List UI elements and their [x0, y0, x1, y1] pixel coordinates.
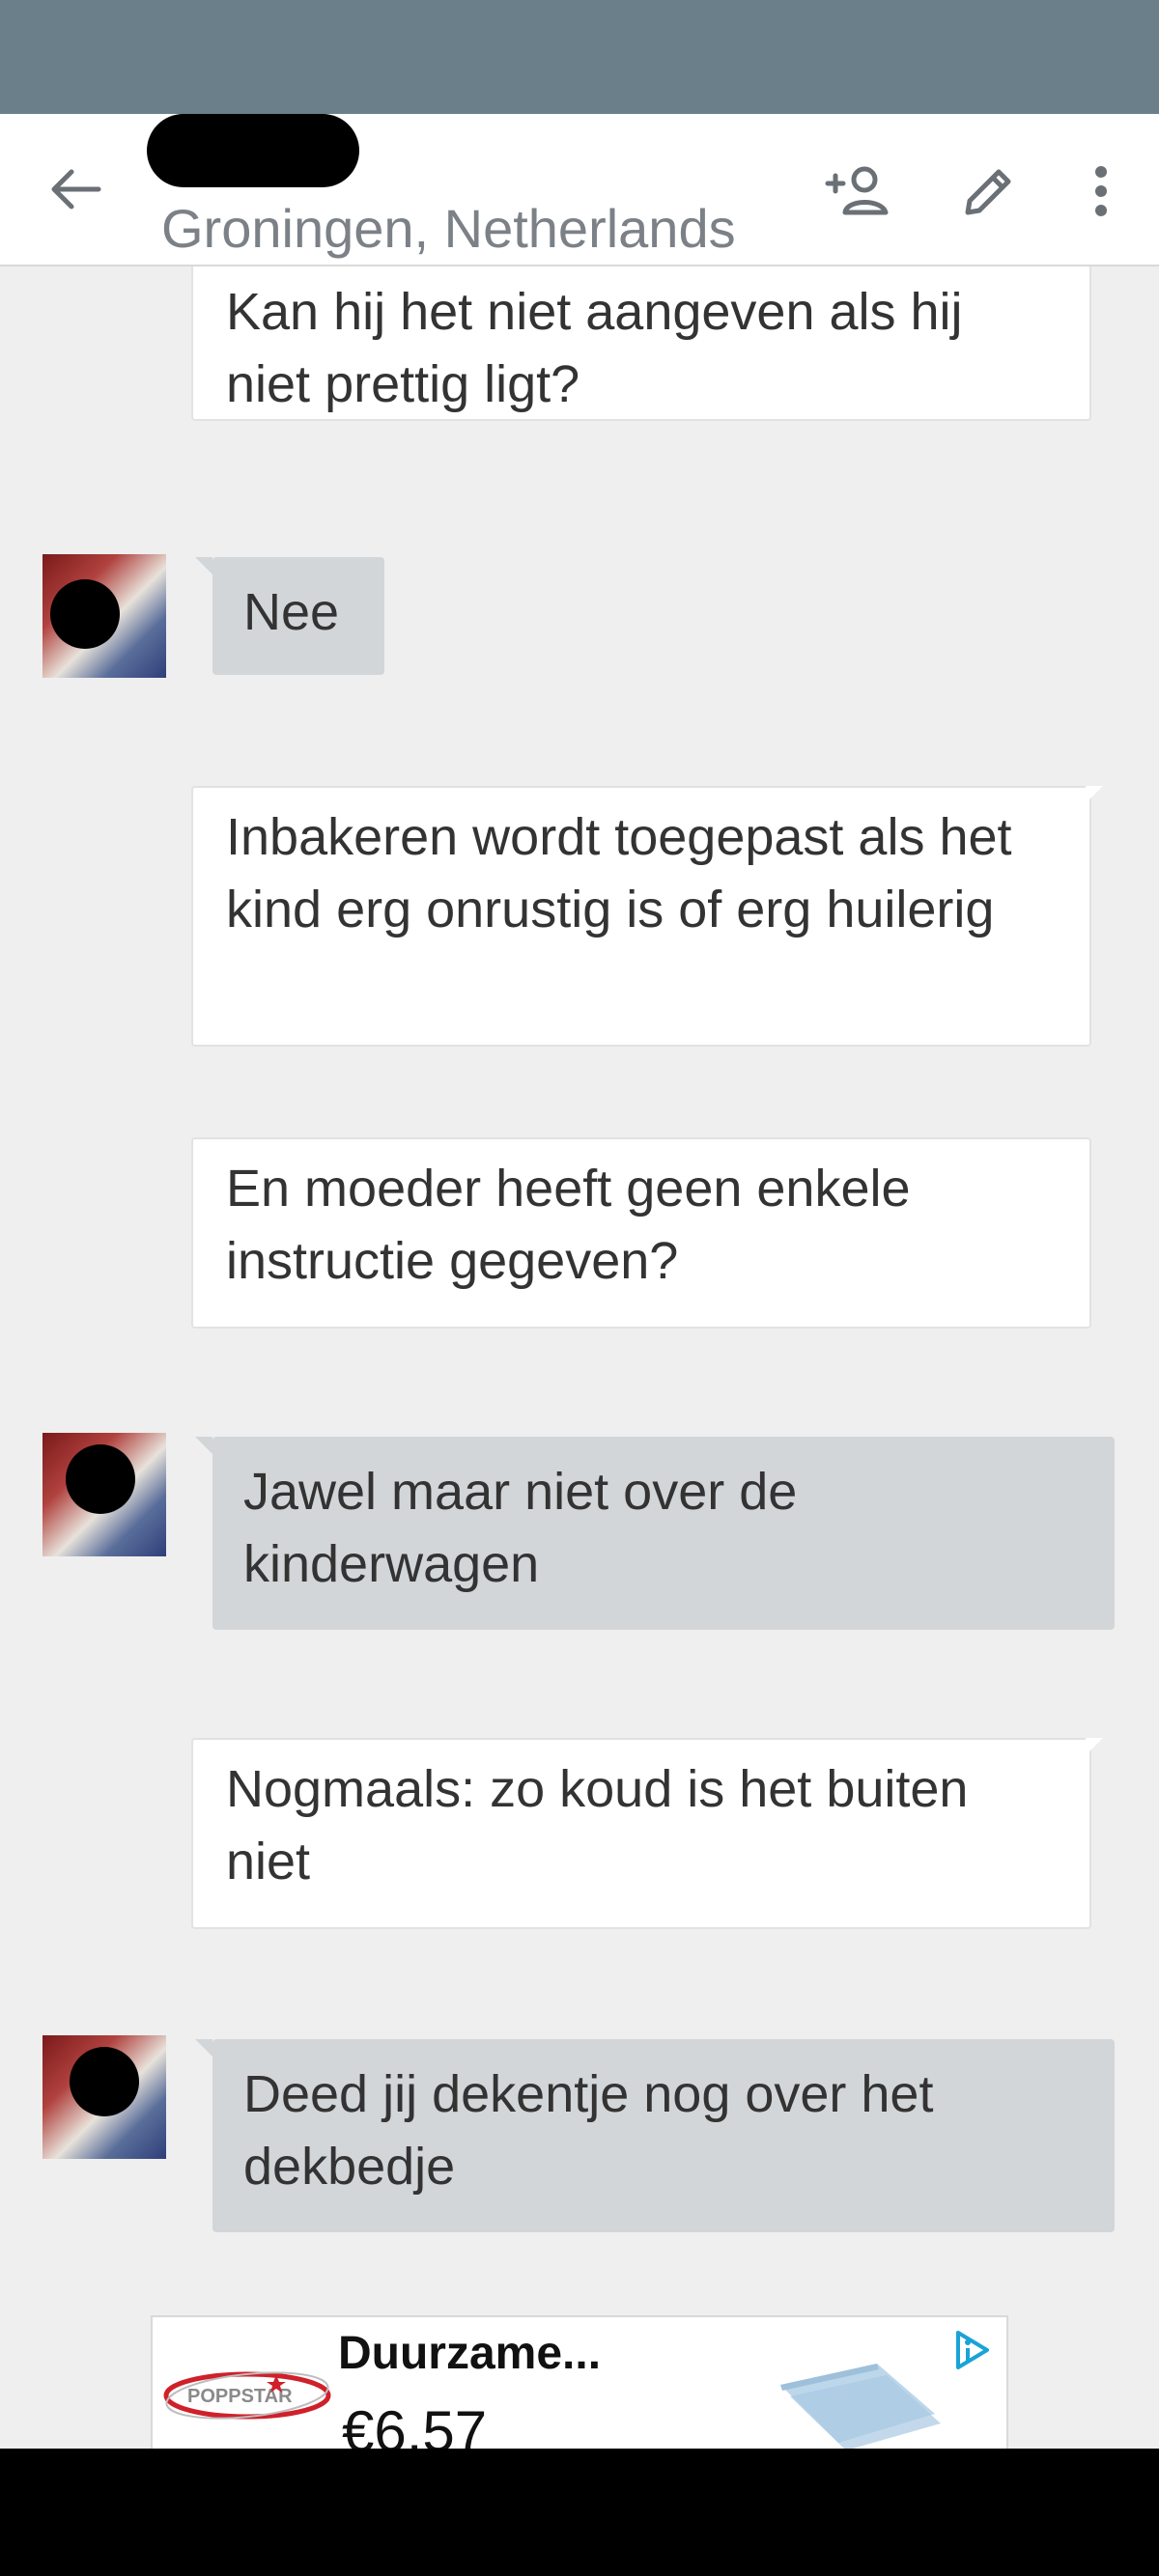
contact-avatar[interactable] — [42, 2035, 166, 2159]
message-text: Jawel maar niet over de kinderwagen — [243, 1463, 798, 1593]
bubble-tail — [195, 557, 212, 574]
contact-location: Groningen, Netherlands — [161, 198, 736, 259]
incoming-message[interactable]: Nee — [195, 557, 384, 675]
message-text: Kan hij het niet aangeven als hij niet p… — [226, 283, 963, 413]
status-bar — [0, 0, 1159, 114]
incoming-message[interactable]: Deed jij dekentje nog over het dekbedje — [195, 2039, 1115, 2232]
avatar-face-redaction — [50, 579, 120, 649]
message-text: En moeder heeft geen enkele instructie g… — [226, 1160, 911, 1290]
message-text: Inbakeren wordt toegepast als het kind e… — [226, 808, 1012, 938]
outgoing-message[interactable]: En moeder heeft geen enkele instructie g… — [191, 1137, 1091, 1329]
more-options-button[interactable] — [1062, 153, 1140, 230]
add-person-icon — [825, 166, 889, 215]
ad-price: €6,57 — [342, 2399, 488, 2450]
message-list[interactable]: Kan hij het niet aangeven als hij niet p… — [0, 259, 1159, 2449]
more-vertical-icon — [1095, 166, 1107, 216]
pencil-icon — [965, 169, 1011, 215]
arrow-left-icon — [51, 169, 101, 210]
ad-title[interactable]: Duurzame... — [338, 2327, 601, 2380]
ad-choices-icon[interactable] — [950, 2329, 993, 2371]
outgoing-message[interactable]: Kan hij het niet aangeven als hij niet p… — [191, 259, 1091, 421]
message-text: Deed jij dekentje nog over het dekbedje — [243, 2065, 934, 2196]
back-button[interactable] — [39, 153, 112, 226]
contact-name-redacted — [147, 114, 359, 187]
contact-avatar[interactable] — [42, 554, 166, 678]
outgoing-message[interactable]: Inbakeren wordt toegepast als het kind e… — [191, 786, 1103, 1047]
incoming-message[interactable]: Jawel maar niet over de kinderwagen — [195, 1437, 1115, 1630]
message-text: Nogmaals: zo koud is het buiten niet — [226, 1760, 969, 1890]
bubble-tail — [195, 2039, 212, 2057]
avatar-face-redaction — [66, 1444, 135, 1514]
ad-banner[interactable]: POPPSTAR Duurzame... €6,57 — [151, 2315, 1008, 2450]
outgoing-message[interactable]: Nogmaals: zo koud is het buiten niet — [191, 1738, 1103, 1929]
message-text: Nee — [243, 583, 340, 641]
system-navigation-bar — [0, 2449, 1159, 2576]
ad-product-image — [780, 2364, 941, 2449]
bubble-tail — [1086, 1738, 1103, 1755]
bubble-tail — [1086, 786, 1103, 803]
edit-button[interactable] — [950, 153, 1028, 230]
poppstar-logo: POPPSTAR — [163, 2371, 331, 2420]
contact-avatar[interactable] — [42, 1433, 166, 1556]
chat-header: Groningen, Netherlands — [0, 114, 1159, 265]
avatar-face-redaction — [70, 2047, 139, 2116]
bubble-tail — [195, 1437, 212, 1454]
add-contact-button[interactable] — [819, 153, 896, 230]
